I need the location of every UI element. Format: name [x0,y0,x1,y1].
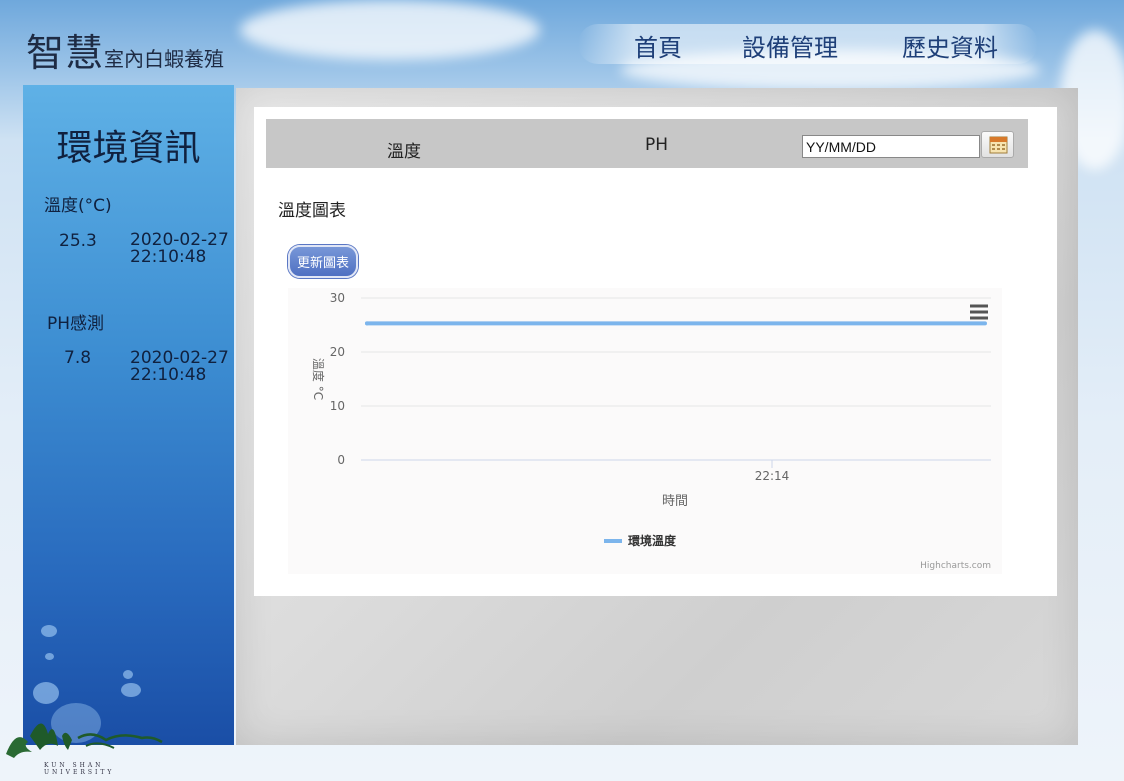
site-brand: 智慧室內白蝦養殖 [26,22,224,77]
ph-value: 7.8 [64,348,92,368]
legend-label: 環境溫度 [628,533,677,548]
update-chart-button[interactable]: 更新圖表 [288,245,358,278]
chart-menu-icon-bar [970,304,988,308]
chart-menu-icon-bar [970,310,988,314]
bubble-decoration [45,653,54,660]
calendar-icon [989,136,1008,154]
chart-section-title: 溫度圖表 [278,201,346,221]
calendar-button[interactable] [981,131,1014,158]
x-tick-label: 22:14 [755,469,790,483]
ph-time: 22:10:48 [130,365,207,385]
chart-credits: Highcharts.com [920,561,991,571]
cloud-decoration [240,0,540,60]
bubble-decoration [123,670,133,679]
ph-label: PH感測 [47,314,105,334]
bubble-decoration [121,683,141,697]
tab-ph[interactable]: PH [645,135,668,155]
chart-menu-icon[interactable] [970,304,988,320]
x-axis-title: 時間 [662,494,688,509]
tab-temperature[interactable]: 溫度 [387,137,421,162]
nav-device-management[interactable]: 設備管理 [742,28,838,63]
temperature-chart: 0 10 20 30 22:14 時間 溫度 °C 環境溫度 Highcharts.com [288,288,1002,574]
chart-svg: 0 10 20 30 22:14 時間 溫度 °C 環境溫度 Highcharts.com [311,291,991,571]
y-tick-label: 20 [330,345,345,359]
nav-home[interactable]: 首頁 [634,28,682,63]
bubble-decoration [33,682,59,704]
brand-title: 智慧 [26,31,105,75]
temp-time: 22:10:48 [130,247,207,267]
university-logo-text: KUN SHAN UNIVERSITY [44,762,115,776]
temp-label: 溫度(°C) [44,196,112,216]
university-logo: KUN SHAN UNIVERSITY [2,706,172,781]
brand-subtitle: 室內白蝦養殖 [104,47,225,71]
data-point [365,321,369,326]
top-nav: 首頁 設備管理 歷史資料 [578,24,1038,64]
date-input[interactable] [802,135,980,158]
y-tick-label: 30 [330,291,345,305]
y-tick-label: 0 [337,453,345,467]
temp-value: 25.3 [59,231,97,251]
nav-history[interactable]: 歷史資料 [902,28,998,63]
y-tick-label: 10 [330,399,345,413]
chart-menu-icon-bar [970,316,988,320]
env-info-sidebar: 環境資訊 溫度(°C) 25.3 2020-02-27 22:10:48 PH感… [23,85,234,745]
y-axis-title: 溫度 °C [311,358,326,400]
bubble-decoration [41,625,57,637]
sidebar-title: 環境資訊 [56,128,201,169]
